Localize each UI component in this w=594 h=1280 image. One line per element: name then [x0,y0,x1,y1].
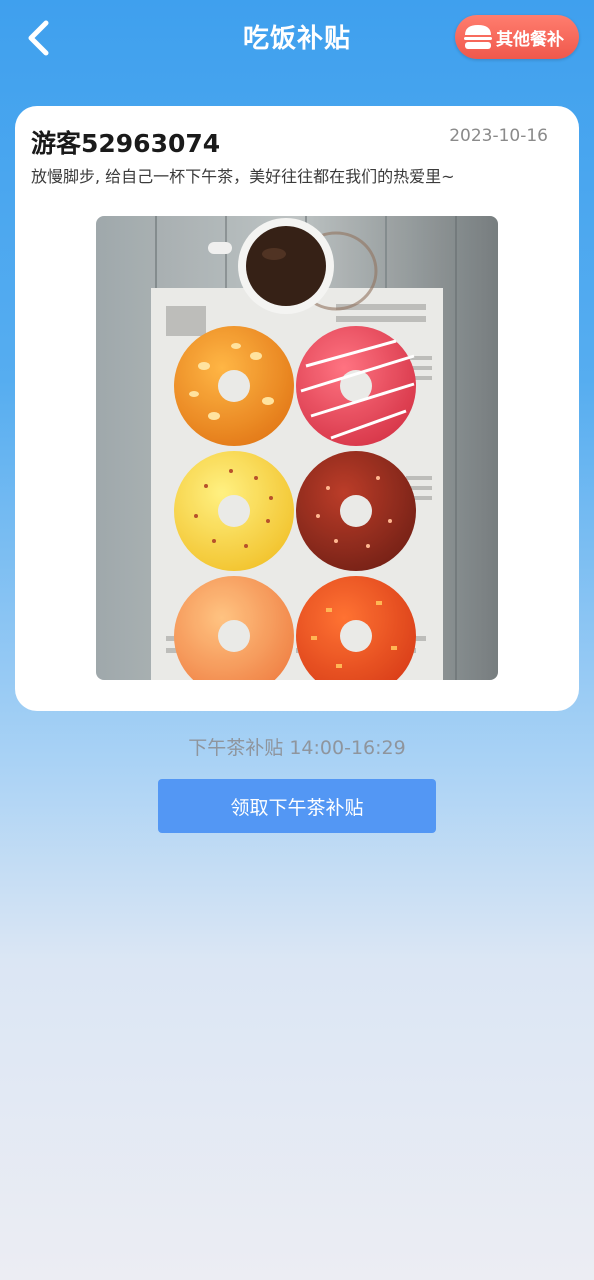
coffee-donuts-image [96,216,498,680]
top-bar: 吃饭补贴 其他餐补 [0,0,594,80]
subsidy-time-text: 下午茶补贴 14:00-16:29 [188,737,406,759]
slogan-text: 放慢脚步, 给自己一杯下午茶，美好往往都在我们的热爱里~ [31,167,455,186]
other-meal-subsidy-label: 其他餐补 [496,29,564,50]
subsidy-card: 游客52963074 2023-10-16 放慢脚步, 给自己一杯下午茶，美好往… [15,106,579,711]
post-date: 2023-10-16 [449,126,548,146]
claim-afternoon-tea-subsidy-button[interactable]: 领取下午茶补贴 [158,779,436,833]
username: 游客52963074 [31,129,221,158]
other-meal-subsidy-button[interactable]: 其他餐补 [455,15,579,59]
burger-icon [464,25,492,49]
